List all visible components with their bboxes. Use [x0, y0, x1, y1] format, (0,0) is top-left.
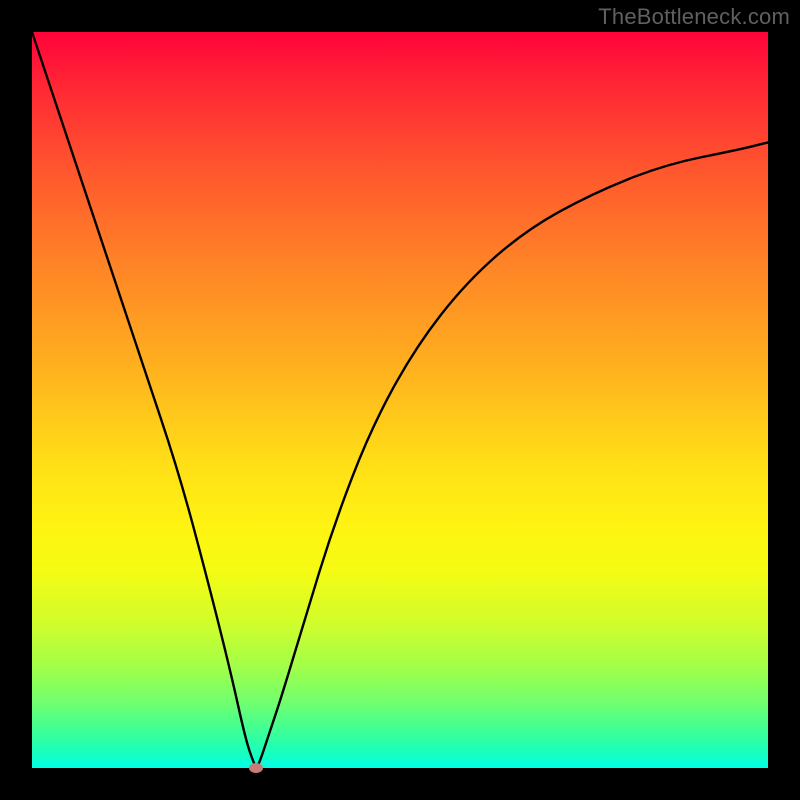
- minimum-marker: [249, 763, 263, 773]
- plot-area: [32, 32, 768, 768]
- bottleneck-curve: [32, 32, 768, 768]
- chart-frame: TheBottleneck.com: [0, 0, 800, 800]
- watermark-text: TheBottleneck.com: [598, 4, 790, 30]
